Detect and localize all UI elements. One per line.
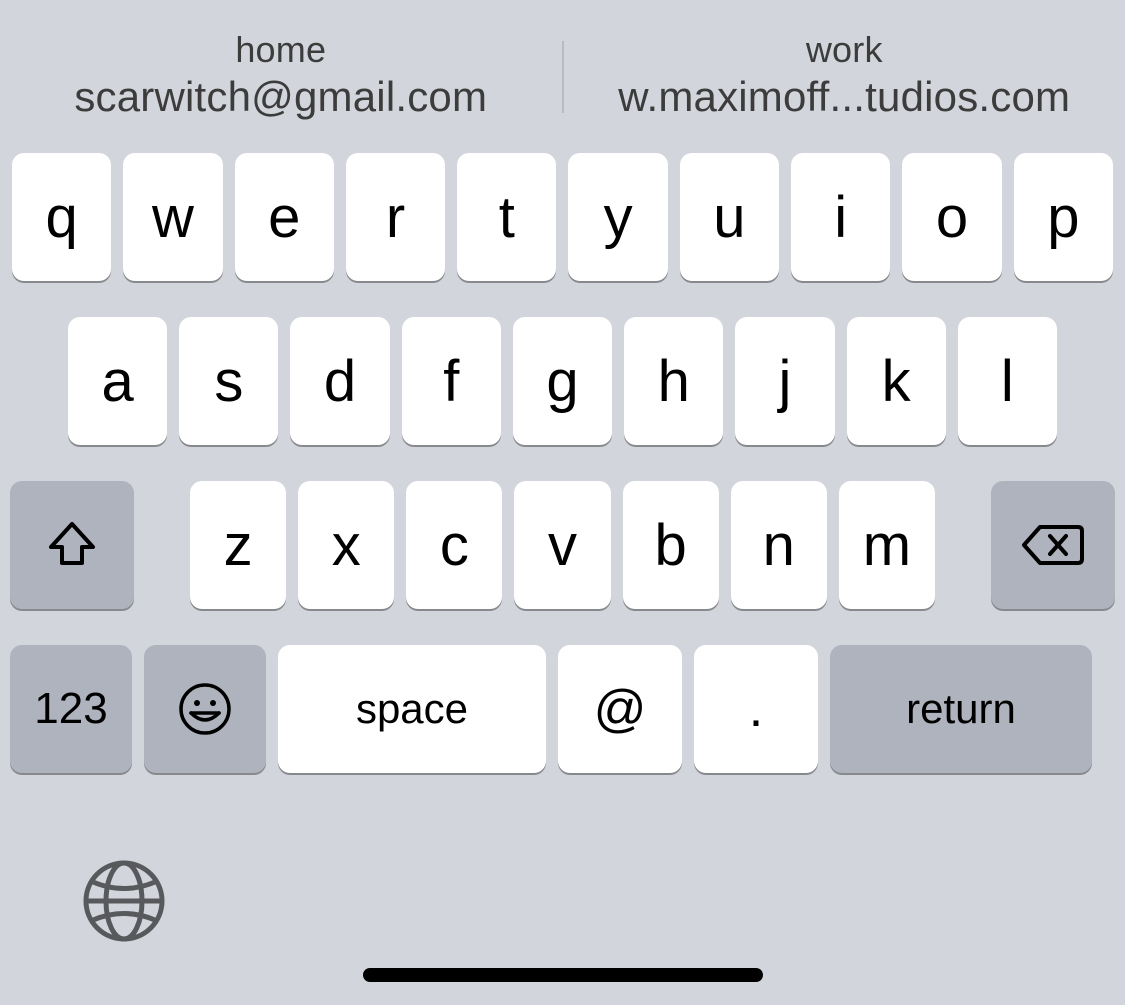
key-backspace[interactable] (991, 481, 1115, 609)
suggestion-label: work (806, 29, 883, 71)
row3-spacer-left (146, 481, 178, 609)
bottom-area (0, 805, 1125, 1005)
key-m[interactable]: m (839, 481, 935, 609)
key-numbers[interactable]: 123 (10, 645, 132, 773)
suggestion-value: w.maximoff...tudios.com (618, 73, 1070, 121)
keyboard-row-1: q w e r t y u i o p (10, 153, 1115, 281)
key-g[interactable]: g (513, 317, 612, 445)
suggestion-home[interactable]: home scarwitch@gmail.com (0, 14, 562, 135)
suggestion-work[interactable]: work w.maximoff...tudios.com (564, 14, 1125, 135)
key-c[interactable]: c (406, 481, 502, 609)
key-x[interactable]: x (298, 481, 394, 609)
globe-button[interactable] (82, 859, 166, 943)
key-j[interactable]: j (735, 317, 834, 445)
keyboard: q w e r t y u i o p a s d f g h j k l z … (0, 135, 1125, 773)
keyboard-row-2: a s d f g h j k l (10, 317, 1115, 445)
key-space[interactable]: space (278, 645, 546, 773)
key-y[interactable]: y (568, 153, 667, 281)
keyboard-row-3: z x c v b n m (10, 481, 1115, 609)
emoji-icon (178, 682, 232, 736)
home-indicator[interactable] (363, 968, 763, 982)
key-e[interactable]: e (235, 153, 334, 281)
key-o[interactable]: o (902, 153, 1001, 281)
key-a[interactable]: a (68, 317, 167, 445)
key-return[interactable]: return (830, 645, 1092, 773)
key-h[interactable]: h (624, 317, 723, 445)
key-z[interactable]: z (190, 481, 286, 609)
key-dot[interactable]: . (694, 645, 818, 773)
key-u[interactable]: u (680, 153, 779, 281)
key-r[interactable]: r (346, 153, 445, 281)
key-d[interactable]: d (290, 317, 389, 445)
keyboard-row-4: 123 space @ . return (10, 645, 1115, 773)
globe-icon (82, 859, 166, 943)
suggestion-value: scarwitch@gmail.com (74, 73, 487, 121)
key-f[interactable]: f (402, 317, 501, 445)
key-t[interactable]: t (457, 153, 556, 281)
shift-icon (44, 517, 100, 573)
key-shift[interactable] (10, 481, 134, 609)
row3-spacer-right (947, 481, 979, 609)
suggestion-label: home (235, 29, 326, 71)
key-i[interactable]: i (791, 153, 890, 281)
key-v[interactable]: v (514, 481, 610, 609)
key-emoji[interactable] (144, 645, 266, 773)
key-at[interactable]: @ (558, 645, 682, 773)
key-s[interactable]: s (179, 317, 278, 445)
suggestion-bar: home scarwitch@gmail.com work w.maximoff… (0, 0, 1125, 135)
key-n[interactable]: n (731, 481, 827, 609)
key-w[interactable]: w (123, 153, 222, 281)
key-l[interactable]: l (958, 317, 1057, 445)
backspace-icon (1020, 521, 1086, 569)
key-p[interactable]: p (1014, 153, 1113, 281)
key-q[interactable]: q (12, 153, 111, 281)
key-k[interactable]: k (847, 317, 946, 445)
key-b[interactable]: b (623, 481, 719, 609)
